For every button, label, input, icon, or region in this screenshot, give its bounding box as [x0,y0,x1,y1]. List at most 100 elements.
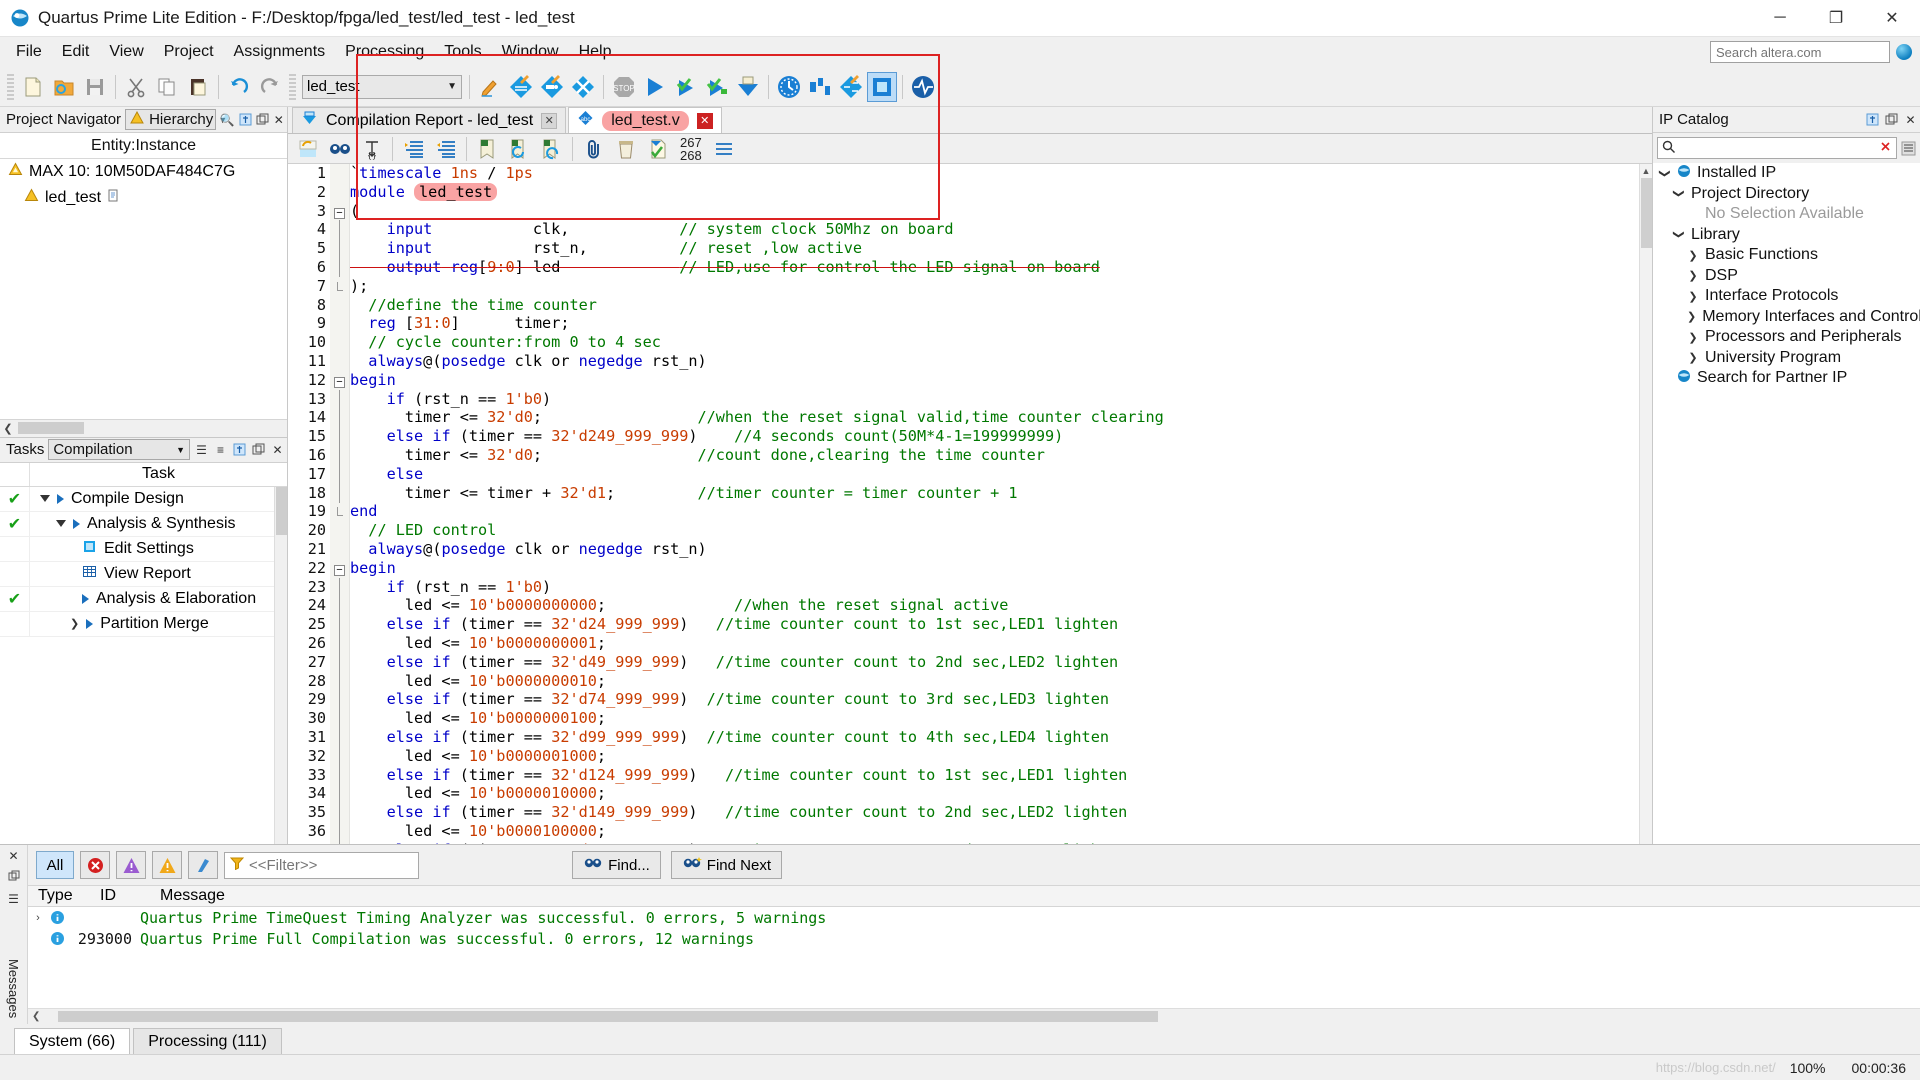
fold-marker[interactable]: − [330,559,349,578]
fold-marker[interactable] [330,709,349,728]
fold-marker[interactable] [330,653,349,672]
ip-catalog-row[interactable]: ❯Installed IP [1653,163,1920,184]
close-button[interactable]: ✕ [1864,0,1920,37]
menu-view[interactable]: View [99,40,153,64]
fold-marker[interactable] [330,502,349,521]
task-row[interactable]: ✔ Analysis & Synthesis [0,512,287,537]
fold-marker[interactable] [330,183,349,202]
pin-icon[interactable] [239,112,252,127]
analysis-synthesis-icon[interactable] [671,72,701,102]
ip-catalog-row[interactable]: ❯University Program [1653,348,1920,369]
scroll-left-icon[interactable]: ❮ [0,422,16,435]
pin-icon[interactable] [1865,112,1880,127]
chevron-right-icon[interactable]: ❯ [1687,290,1699,303]
pin-planner-icon[interactable] [537,72,567,102]
copy-icon[interactable] [152,72,182,102]
fold-marker[interactable] [330,296,349,315]
fold-marker[interactable] [330,615,349,634]
menu-icon[interactable]: ☰ [8,892,19,906]
close-icon[interactable]: ✕ [8,849,18,863]
close-icon[interactable]: ✕ [697,113,713,129]
chevron-right-icon[interactable]: ❯ [1687,331,1699,344]
signal-tap-icon[interactable] [908,72,938,102]
ip-catalog-row[interactable]: ❯Basic Functions [1653,245,1920,266]
run-task-icon[interactable] [57,494,64,504]
verilog-source[interactable]: `timescale 1ns / 1ps module led_test ( i… [350,164,1652,844]
messages-hscrollbar[interactable]: ❮ [28,1008,1920,1024]
list-icon[interactable]: ≡ [213,442,228,457]
chevron-right-icon[interactable]: ❯ [1687,269,1699,282]
outdent-icon[interactable] [430,134,461,163]
task-row[interactable]: Edit Settings [0,537,287,562]
info-filter-icon[interactable] [188,851,218,879]
ip-catalog-row[interactable]: No Selection Available [1653,204,1920,225]
fold-marker[interactable] [330,352,349,371]
stop-icon[interactable]: STOP [609,72,639,102]
fold-marker[interactable] [330,408,349,427]
tab-led-test-v[interactable]: abc led_test.v ✕ [568,107,721,133]
cut-icon[interactable] [121,72,151,102]
close-icon[interactable]: ✕ [270,442,285,457]
minimize-button[interactable]: ─ [1752,0,1808,37]
menu-assignments[interactable]: Assignments [224,40,336,64]
menu-help[interactable]: Help [569,40,622,64]
code-view[interactable]: 1234567891011121314151617181920212223242… [288,164,1652,844]
tab-processing[interactable]: Processing (111) [133,1028,282,1054]
ip-catalog-row[interactable]: ❯Memory Interfaces and Controllers [1653,307,1920,328]
tasks-vscrollbar[interactable] [274,487,287,845]
message-row[interactable]: 293000 Quartus Prime Full Compilation wa… [28,928,1920,949]
message-filter-input[interactable]: <<Filter>> [224,852,419,879]
expand-icon[interactable]: › [28,912,48,924]
fold-marker[interactable] [330,277,349,296]
indent-icon[interactable] [398,134,429,163]
fold-marker[interactable] [330,314,349,333]
chevron-right-icon[interactable]: ❯ [1687,249,1699,262]
message-row[interactable]: › Quartus Prime TimeQuest Timing Analyze… [28,907,1920,928]
code-fold-column[interactable]: −−− [330,164,350,844]
chevron-down-icon[interactable] [56,520,66,527]
scroll-thumb[interactable] [58,1011,1158,1022]
fold-marker[interactable] [330,822,349,841]
warning-filter-icon[interactable] [152,851,182,879]
save-icon[interactable] [80,72,110,102]
fold-marker[interactable] [330,578,349,597]
fold-marker[interactable] [330,164,349,183]
assignment-editor-icon[interactable] [506,72,536,102]
start-compilation-icon[interactable] [640,72,670,102]
code-vscrollbar[interactable]: ▲ [1639,164,1652,844]
menu-edit[interactable]: Edit [52,40,100,64]
ip-catalog-row[interactable]: ❯DSP [1653,266,1920,287]
scroll-thumb[interactable] [276,487,287,535]
critical-warning-filter-icon[interactable] [116,851,146,879]
technology-map-icon[interactable] [836,72,866,102]
new-file-icon[interactable] [18,72,48,102]
ip-catalog-row[interactable]: ❯Project Directory [1653,184,1920,205]
fold-marker[interactable] [330,766,349,785]
undo-icon[interactable] [224,72,254,102]
ip-catalog-row[interactable]: ❯Library [1653,225,1920,246]
fold-marker[interactable] [330,803,349,822]
open-folder-icon[interactable] [49,72,79,102]
tree-row-device[interactable]: MAX 10: 10M50DAF484C7G [0,159,287,185]
chip-planner-icon[interactable] [867,72,897,102]
task-row[interactable]: View Report [0,562,287,587]
menu-window[interactable]: Window [492,40,569,64]
fold-marker[interactable] [330,672,349,691]
close-icon[interactable]: ✕ [1903,112,1918,127]
fold-marker[interactable] [330,747,349,766]
hierarchy-mode-select[interactable]: Hierarchy ▼ [125,109,216,130]
run-task-icon[interactable] [73,519,80,529]
fold-marker[interactable]: − [330,371,349,390]
close-icon[interactable]: ✕ [541,113,557,129]
fold-marker[interactable] [330,427,349,446]
run-task-icon[interactable] [86,619,93,629]
fold-marker[interactable] [330,841,349,844]
programmer-icon[interactable] [568,72,598,102]
fold-marker[interactable] [330,446,349,465]
fold-marker[interactable] [330,239,349,258]
altera-globe-icon[interactable] [1896,44,1912,60]
project-revision-select[interactable]: led_test ▼ [302,75,462,99]
trash-icon[interactable] [610,134,641,163]
fold-marker[interactable] [330,634,349,653]
task-row[interactable]: ✔ Compile Design [0,487,287,512]
